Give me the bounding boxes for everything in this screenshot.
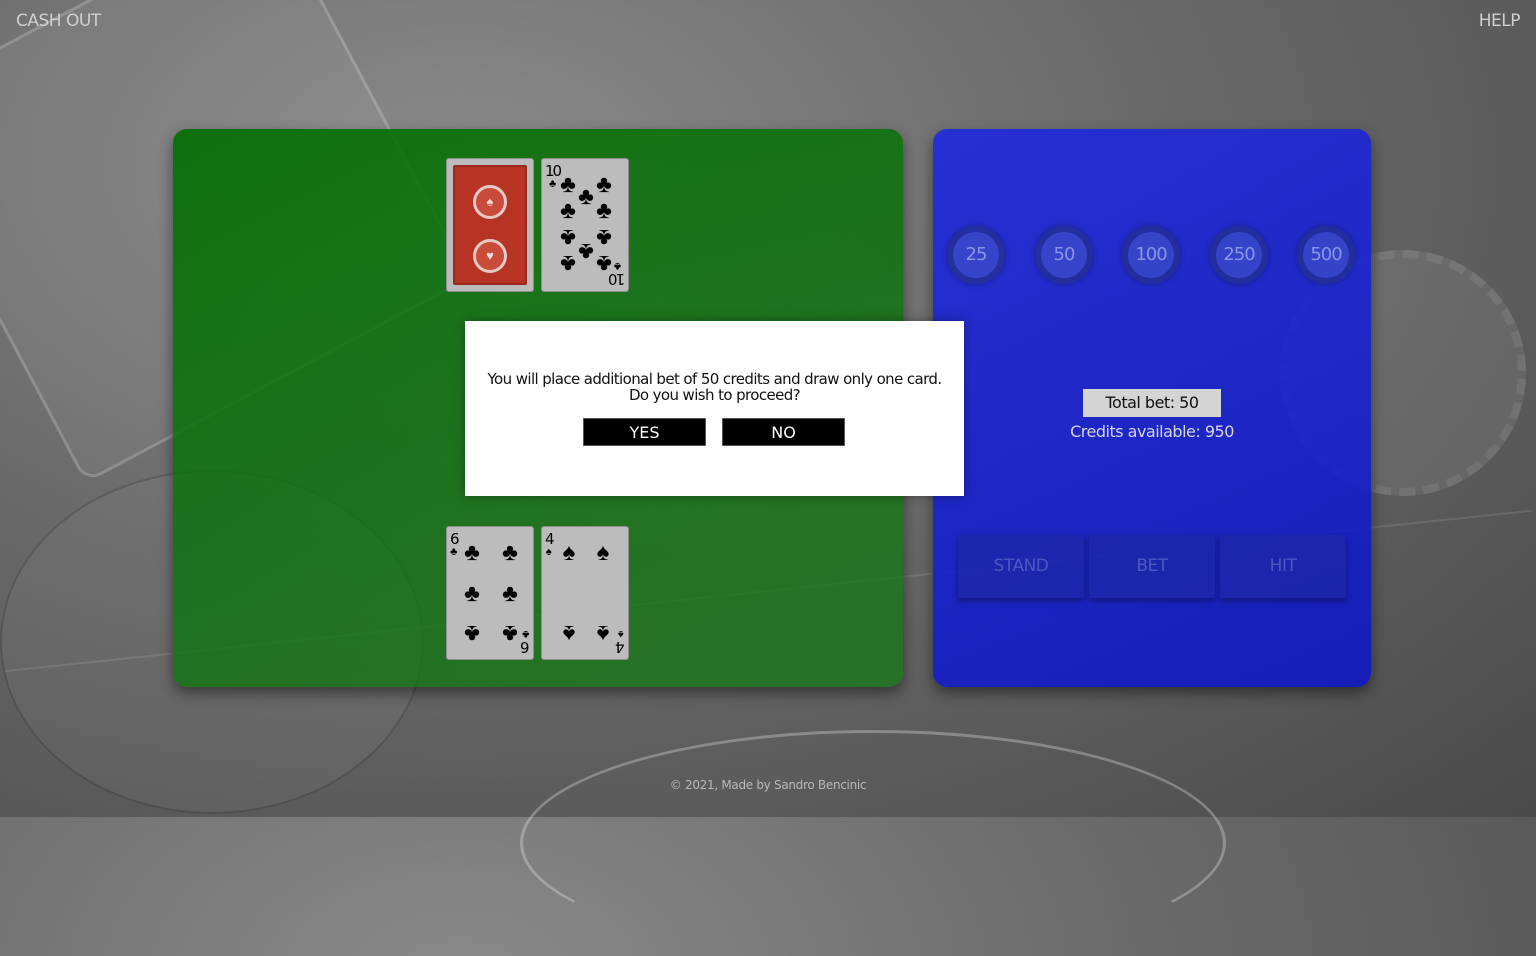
spade-pip-icon: ♠ bbox=[562, 539, 576, 566]
hit-button[interactable]: HIT bbox=[1220, 535, 1346, 598]
heart-emblem-icon: ♥ bbox=[473, 239, 507, 273]
dealer-card: 10 ♣ ♣ ♣ ♣ ♣ ♣ ♣ ♣ ♣ ♣ ♣ 10 ♣ bbox=[541, 158, 629, 292]
club-pip-icon: ♣ bbox=[560, 250, 576, 277]
card-corner: 6 ♣ bbox=[522, 628, 530, 656]
chip-100[interactable]: 100 bbox=[1122, 226, 1180, 284]
chip-25[interactable]: 25 bbox=[947, 226, 1005, 284]
club-pip-icon: ♣ bbox=[596, 197, 612, 224]
stand-button[interactable]: STAND bbox=[958, 535, 1084, 598]
total-bet-display: Total bet: 50 bbox=[1083, 389, 1221, 417]
spade-emblem-icon: ♠ bbox=[473, 185, 507, 219]
chip-500[interactable]: 500 bbox=[1297, 226, 1355, 284]
club-pip-icon: ♣ bbox=[560, 197, 576, 224]
player-card: 6 ♣ ♣ ♣ ♣ ♣ ♣ ♣ 6 ♣ bbox=[446, 526, 534, 660]
spade-pip-icon: ♠ bbox=[562, 620, 576, 647]
chip-250[interactable]: 250 bbox=[1210, 226, 1268, 284]
card-corner: 10 ♣ bbox=[609, 260, 625, 288]
player-card: 4 ♠ ♠ ♠ ♠ ♠ 4 ♠ bbox=[541, 526, 629, 660]
club-pip-icon: ♣ bbox=[464, 539, 480, 566]
card-corner: 4 ♠ bbox=[617, 628, 625, 656]
club-pip-icon: ♣ bbox=[502, 620, 518, 647]
club-pip-icon: ♣ bbox=[464, 620, 480, 647]
spade-pip-icon: ♠ bbox=[596, 539, 610, 566]
yes-button[interactable]: YES bbox=[583, 418, 706, 446]
credits-available: Credits available: 950 bbox=[1070, 422, 1234, 441]
card-back-pattern: ♠ ♥ bbox=[453, 165, 527, 285]
spade-pip-icon: ♠ bbox=[596, 620, 610, 647]
dealer-card-face-down: ♠ ♥ bbox=[446, 158, 534, 292]
club-pip-icon: ♣ bbox=[502, 539, 518, 566]
club-pip-icon: ♣ bbox=[464, 580, 480, 607]
chip-50[interactable]: 50 bbox=[1035, 226, 1093, 284]
no-button[interactable]: NO bbox=[722, 418, 845, 446]
help-link[interactable]: HELP bbox=[1479, 11, 1521, 31]
bet-button[interactable]: BET bbox=[1089, 535, 1215, 598]
double-down-dialog: You will place additional bet of 50 cred… bbox=[465, 321, 964, 496]
cash-out-link[interactable]: CASH OUT bbox=[16, 11, 101, 31]
club-pip-icon: ♣ bbox=[502, 580, 518, 607]
background-table-arc bbox=[520, 730, 1226, 956]
dialog-message: You will place additional bet of 50 cred… bbox=[487, 370, 942, 404]
card-corner: 6 ♣ bbox=[450, 530, 459, 559]
footer-credit: © 2021, Made by Sandro Bencinic bbox=[669, 778, 867, 792]
card-corner: 4 ♠ bbox=[545, 530, 554, 559]
